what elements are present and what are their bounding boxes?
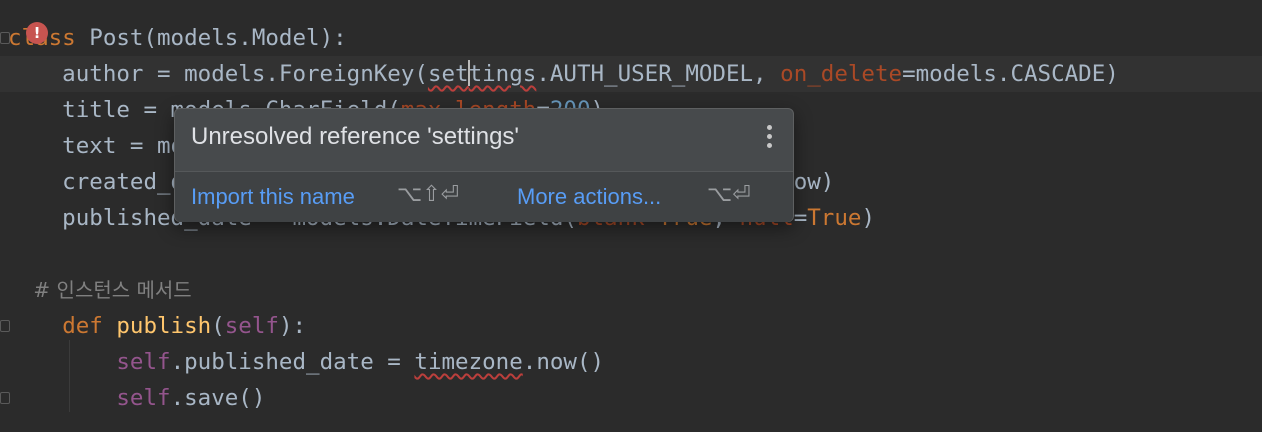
more-actions-link[interactable]: More actions... <box>517 184 661 210</box>
self-keyword: self <box>224 313 279 339</box>
code-text: .AUTH_USER_MODEL, <box>536 61 781 87</box>
code-text: = <box>793 205 808 231</box>
code-line[interactable]: self.save() <box>8 380 265 416</box>
more-actions-shortcut: ⌥⏎ <box>707 182 751 207</box>
import-shortcut: ⌥⇧⏎ <box>397 182 460 207</box>
unresolved-reference[interactable]: set <box>428 61 469 87</box>
self-keyword: self <box>116 385 171 411</box>
code-text: author = models.ForeignKey( <box>8 61 428 87</box>
param-name: on_delete <box>780 61 903 87</box>
code-line[interactable]: self.published_date = timezone.now() <box>8 344 604 380</box>
comment: # 인스턴스 메서드 <box>8 278 192 302</box>
code-text: =models.CASCADE) <box>902 61 1119 87</box>
code-line[interactable]: class Post(models.Model): <box>8 20 347 56</box>
popup-actions: Import this name ⌥⇧⏎ More actions... ⌥⏎ <box>175 171 793 222</box>
code-line[interactable]: def publish(self): <box>8 308 306 344</box>
keyword: def <box>62 313 103 339</box>
popup-title: Unresolved reference 'settings' <box>191 123 519 150</box>
unresolved-reference[interactable]: tings <box>469 61 537 87</box>
inspection-popup: Unresolved reference 'settings' Import t… <box>174 108 794 222</box>
keyword: True <box>807 205 862 231</box>
function-name: publish <box>116 313 212 339</box>
code-text: ): <box>278 313 307 339</box>
code-text: .now() <box>522 349 605 375</box>
code-line[interactable]: # 인스턴스 메서드 <box>8 272 192 308</box>
more-options-icon[interactable] <box>767 125 773 149</box>
unresolved-reference[interactable]: timezone <box>414 349 522 375</box>
import-this-name-link[interactable]: Import this name <box>191 184 355 210</box>
code-text: .published_date = <box>170 349 415 375</box>
code-text: Post(models.Model): <box>75 25 347 51</box>
code-line[interactable]: author = models.ForeignKey(settings.AUTH… <box>8 56 1119 92</box>
code-text: ( <box>211 313 225 339</box>
code-text: ) <box>861 205 875 231</box>
self-keyword: self <box>116 349 171 375</box>
error-icon[interactable]: ! <box>26 22 48 44</box>
code-text: .save() <box>170 385 266 411</box>
